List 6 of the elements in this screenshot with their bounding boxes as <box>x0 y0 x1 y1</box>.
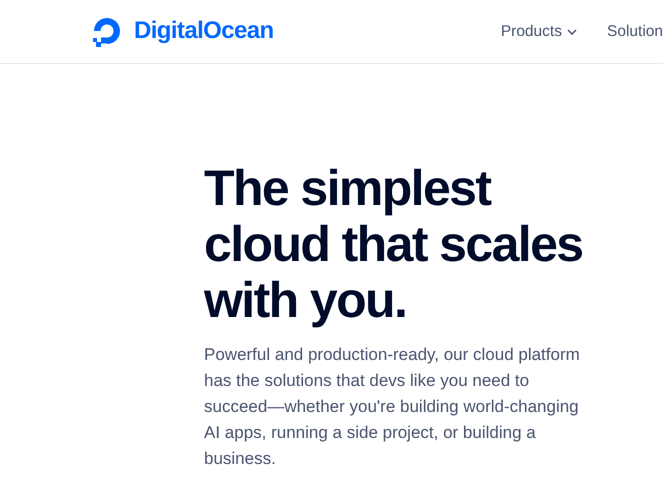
hero-description: Powerful and production-ready, our cloud platform has the solutions that devs like you need to succeed—whether you're building world-changing AI apps, running a side project, or building a business. <box>204 344 581 470</box>
chevron-down-icon <box>566 28 577 34</box>
nav-link[interactable]: Solution <box>606 22 663 40</box>
hero-heading: The simplest cloud that scales with you. <box>204 160 584 328</box>
logo[interactable]: DigitalOcean <box>90 14 274 48</box>
nav-link[interactable]: Products <box>500 22 577 40</box>
